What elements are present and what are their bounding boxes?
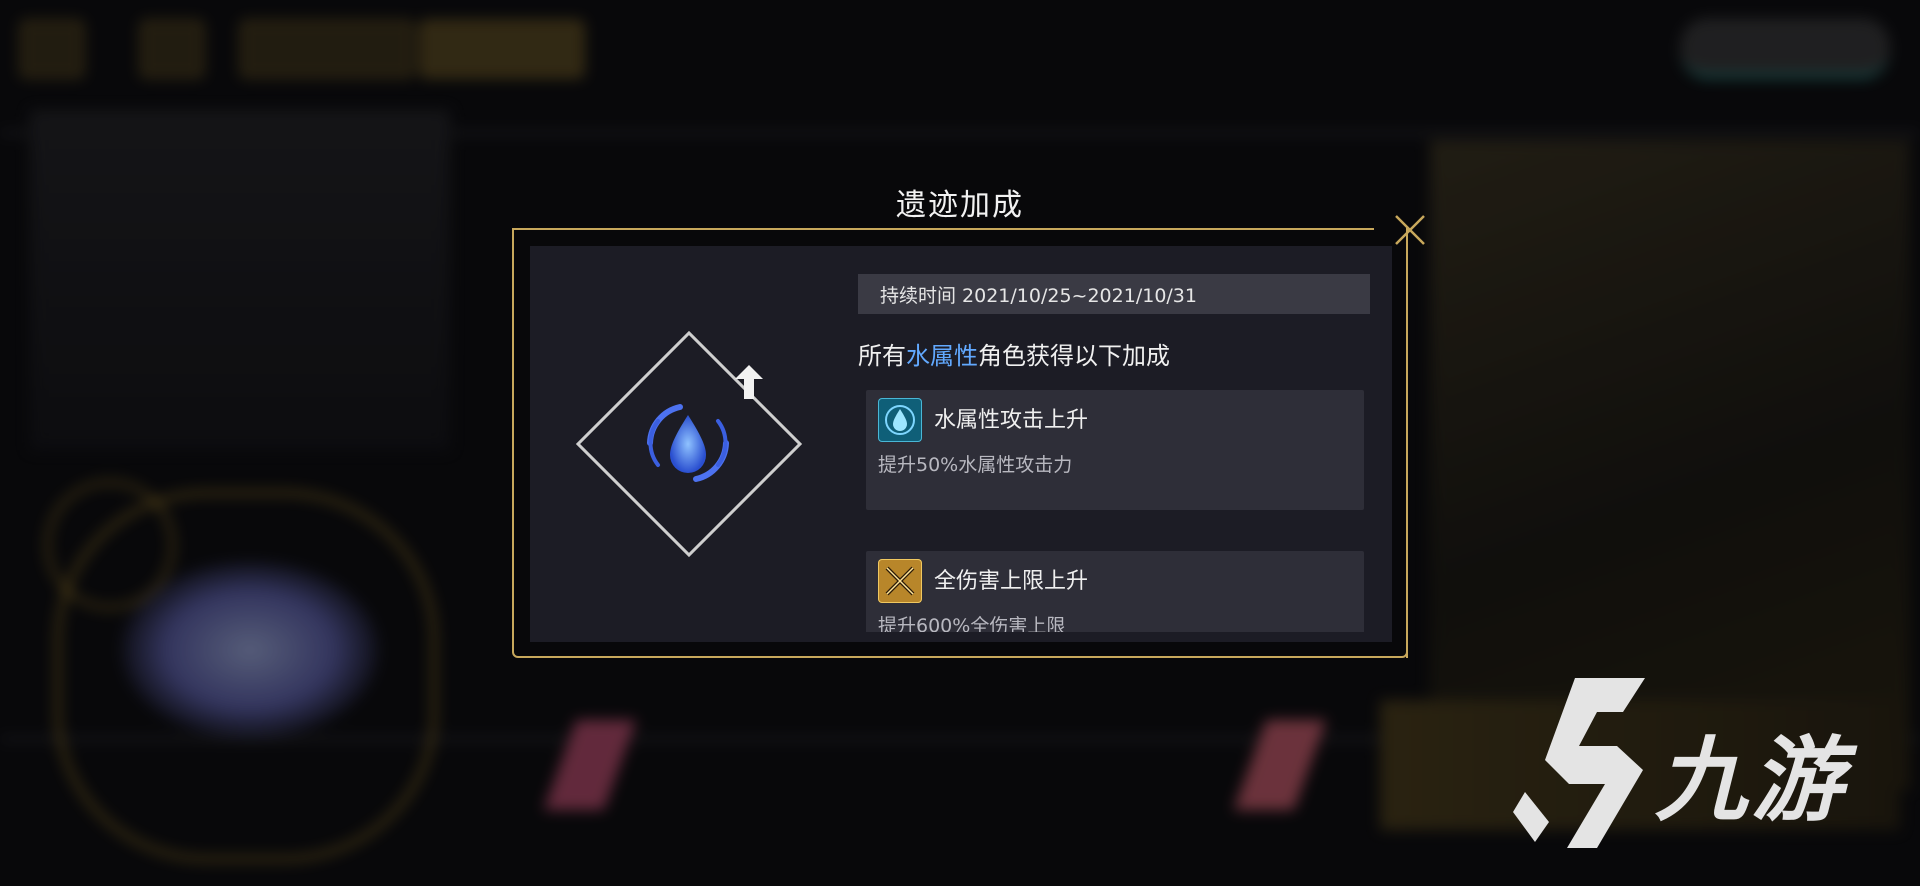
bonus-card-desc: 提升600%全伤害上限 — [878, 615, 1066, 632]
bonus-card-title: 全伤害上限上升 — [934, 569, 1089, 594]
water-swirl-icon — [647, 404, 729, 482]
bonus-card-title: 水属性攻击上升 — [934, 408, 1089, 433]
bonus-card: 水属性攻击上升 提升50%水属性攻击力 — [866, 390, 1364, 510]
watermark-text: 九游 — [1655, 727, 1848, 834]
water-attribute-emblem — [570, 325, 806, 561]
bonus-suffix: 角色获得以下加成 — [978, 342, 1170, 370]
bonus-description: 所有水属性角色获得以下加成 — [858, 336, 1170, 371]
dialog-frame-right — [1406, 262, 1408, 658]
jiuyou-watermark: 九游 — [1505, 672, 1885, 862]
upgrade-arrow-icon — [735, 365, 763, 399]
close-button[interactable] — [1388, 208, 1432, 252]
dialog-title: 遗迹加成 — [896, 188, 1024, 223]
bonus-list[interactable]: 水属性攻击上升 提升50%水属性攻击力 全伤害上限上升 提升600%全伤害上限 — [866, 390, 1366, 632]
bonus-card-desc: 提升50%水属性攻击力 — [878, 454, 1073, 476]
crossed-swords-icon — [878, 559, 922, 603]
bonus-attribute-highlight: 水属性 — [906, 342, 978, 370]
jiuyou-logo-icon — [1513, 678, 1645, 848]
duration-bar: 持续时间 2021/10/25~2021/10/31 — [858, 274, 1370, 314]
close-icon — [1395, 215, 1425, 245]
bonus-prefix: 所有 — [858, 342, 906, 370]
water-drop-icon — [878, 398, 922, 442]
bonus-card: 全伤害上限上升 提升600%全伤害上限 — [866, 551, 1364, 632]
duration-text: 持续时间 2021/10/25~2021/10/31 — [880, 284, 1197, 307]
